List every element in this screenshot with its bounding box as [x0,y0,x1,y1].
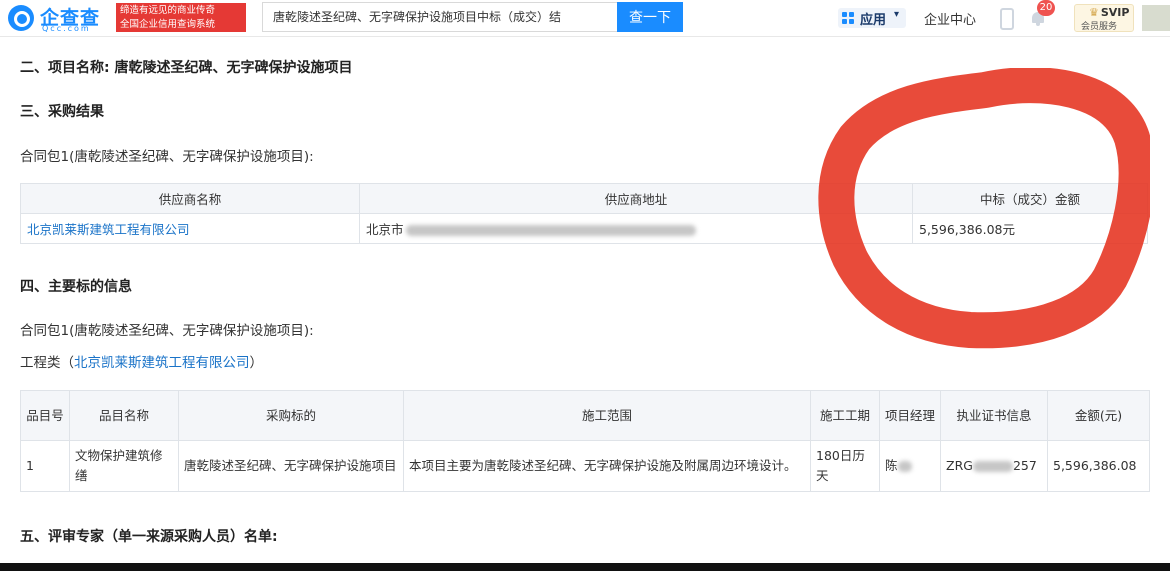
col-supplier-address: 供应商地址 [359,183,913,214]
section-main-subject: 四、主要标的信息 [20,279,132,295]
col-supplier-name: 供应商名称 [20,183,360,214]
apps-menu[interactable]: 应用 ▾ [838,8,906,28]
table-header-row: 品目号 品目名称 采购标的 施工范围 施工工期 项目经理 执业证书信息 金额(元… [20,390,1150,441]
item-duration: 180日历天 [810,440,880,492]
col-scope: 施工范围 [403,390,811,441]
logo-domain: Qcc.com [42,24,91,33]
redacted-blur [897,461,912,472]
col-certificate: 执业证书信息 [940,390,1048,441]
apps-label: 应用 [860,13,887,28]
section-review-experts: 五、评审专家（单一来源采购人员）名单: [20,529,278,545]
table-row: 1 文物保护建筑修缮 唐乾陵述圣纪碑、无字碑保护设施项目 本项目主要为唐乾陵述圣… [20,440,1150,492]
slogan-line-1: 缔造有远见的商业传奇 [120,5,216,16]
logo-magnifier-icon [8,5,34,31]
section-project-name: 二、项目名称: 唐乾陵述圣纪碑、无字碑保护设施项目 [20,60,353,76]
col-item-no: 品目号 [20,390,70,441]
redacted-blur [405,225,696,236]
slogan-line-2: 全国企业信用查询系统 [120,19,216,30]
item-subject: 唐乾陵述圣纪碑、无字碑保护设施项目 [178,440,404,492]
item-amount: 5,596,386.08 [1047,440,1150,492]
svip-label: SVIP [1100,6,1130,19]
item-no: 1 [20,440,70,492]
category-company-link[interactable]: 北京凯莱斯建筑工程有限公司 [74,355,250,371]
svip-member-button[interactable]: ♛ SVIP 会员服务 [1074,4,1134,32]
section-procurement-result: 三、采购结果 [20,104,104,120]
col-manager: 项目经理 [879,390,941,441]
table-header-row: 供应商名称 供应商地址 中标（成交）金额 [20,183,1148,214]
contract-package-label-2: 合同包1(唐乾陵述圣纪碑、无字碑保护设施项目): [20,323,314,339]
search-button[interactable]: 查一下 [617,2,683,32]
col-amount: 金额(元) [1047,390,1150,441]
col-award-amount: 中标（成交）金额 [912,183,1148,214]
top-bar: 企查查 Qcc.com 缔造有远见的商业传奇 全国企业信用查询系统 唐乾陵述圣纪… [0,0,1170,37]
qcc-logo[interactable]: 企查查 Qcc.com [8,3,112,33]
category-line: 工程类（北京凯莱斯建筑工程有限公司） [20,355,263,371]
contract-package-label: 合同包1(唐乾陵述圣纪碑、无字碑保护设施项目): [20,149,314,165]
supplier-address: 北京市 [359,213,913,244]
col-item-name: 品目名称 [69,390,179,441]
item-category: 文物保护建筑修缮 [69,440,179,492]
bottom-edge-bar [0,563,1170,571]
items-table: 品目号 品目名称 采购标的 施工范围 施工工期 项目经理 执业证书信息 金额(元… [20,390,1150,492]
award-amount: 5,596,386.08元 [912,213,1148,244]
redacted-blur [972,461,1013,472]
supplier-name-link[interactable]: 北京凯莱斯建筑工程有限公司 [20,213,360,244]
item-certificate: ZRG 257 [940,440,1048,492]
vip-crown-icon: ♛ [1089,6,1099,19]
notification-badge: 20 [1037,0,1055,16]
avatar[interactable] [1142,5,1170,31]
item-manager: 陈 [879,440,941,492]
search-input[interactable]: 唐乾陵述圣纪碑、无字碑保护设施项目中标（成交）结 [262,2,618,32]
col-subject: 采购标的 [178,390,404,441]
result-table: 供应商名称 供应商地址 中标（成交）金额 北京凯莱斯建筑工程有限公司 北京市 5… [20,183,1148,244]
apps-grid-icon [842,12,854,24]
col-duration: 施工工期 [810,390,880,441]
mobile-phone-icon[interactable] [1000,8,1014,30]
enterprise-center-link[interactable]: 企业中心 [924,9,976,28]
table-row: 北京凯莱斯建筑工程有限公司 北京市 5,596,386.08元 [20,213,1148,244]
slogan-banner: 缔造有远见的商业传奇 全国企业信用查询系统 [116,3,246,32]
chevron-down-icon: ▾ [894,9,900,20]
item-scope: 本项目主要为唐乾陵述圣纪碑、无字碑保护设施及附属周边环境设计。 [403,440,811,492]
